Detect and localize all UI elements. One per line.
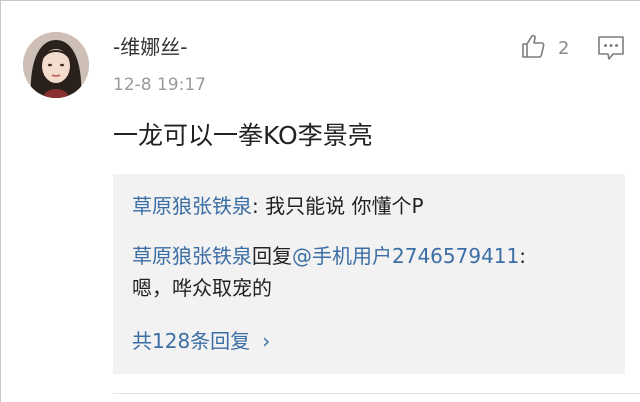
divider: [113, 393, 640, 394]
reply-action: 回复: [252, 244, 292, 268]
comment-timestamp: 12-8 19:17: [113, 75, 206, 95]
username[interactable]: -维娜丝-: [113, 34, 187, 60]
like-button[interactable]: 2: [520, 33, 580, 63]
reply-separator: :: [252, 194, 266, 218]
reply-item: 草原狼张铁泉回复@手机用户2746579411: 嗯，哗众取宠的: [132, 240, 612, 304]
reply-thread: 草原狼张铁泉: 我只能说 你懂个P 草原狼张铁泉回复@手机用户274657941…: [113, 174, 625, 374]
comment-text: 一龙可以一拳KO李景亮: [113, 121, 373, 150]
reply-separator: :: [519, 244, 526, 268]
mentioned-user-link[interactable]: @手机用户2746579411: [292, 244, 519, 268]
more-replies-label: 共128条回复: [132, 329, 251, 353]
avatar-image: [23, 32, 89, 98]
user-avatar[interactable]: [23, 32, 89, 98]
reply-text: 我只能说 你懂个P: [265, 194, 424, 218]
comment-bubble-icon: [597, 36, 625, 65]
reply-author-link[interactable]: 草原狼张铁泉: [132, 244, 252, 268]
reply-button[interactable]: [597, 35, 625, 61]
like-count: 2: [558, 37, 570, 59]
comment-card: -维娜丝- 12-8 19:17 2 一龙可以一拳KO李景亮 草原狼张铁泉: 我…: [0, 0, 640, 402]
view-all-replies-link[interactable]: 共128条回复 ›: [132, 325, 270, 357]
reply-text: 嗯，哗众取宠的: [132, 276, 272, 300]
reply-author-link[interactable]: 草原狼张铁泉: [132, 194, 252, 218]
reply-item: 草原狼张铁泉: 我只能说 你懂个P: [132, 190, 612, 222]
thumbs-up-icon: [520, 33, 546, 63]
chevron-right-icon: ›: [262, 329, 271, 353]
